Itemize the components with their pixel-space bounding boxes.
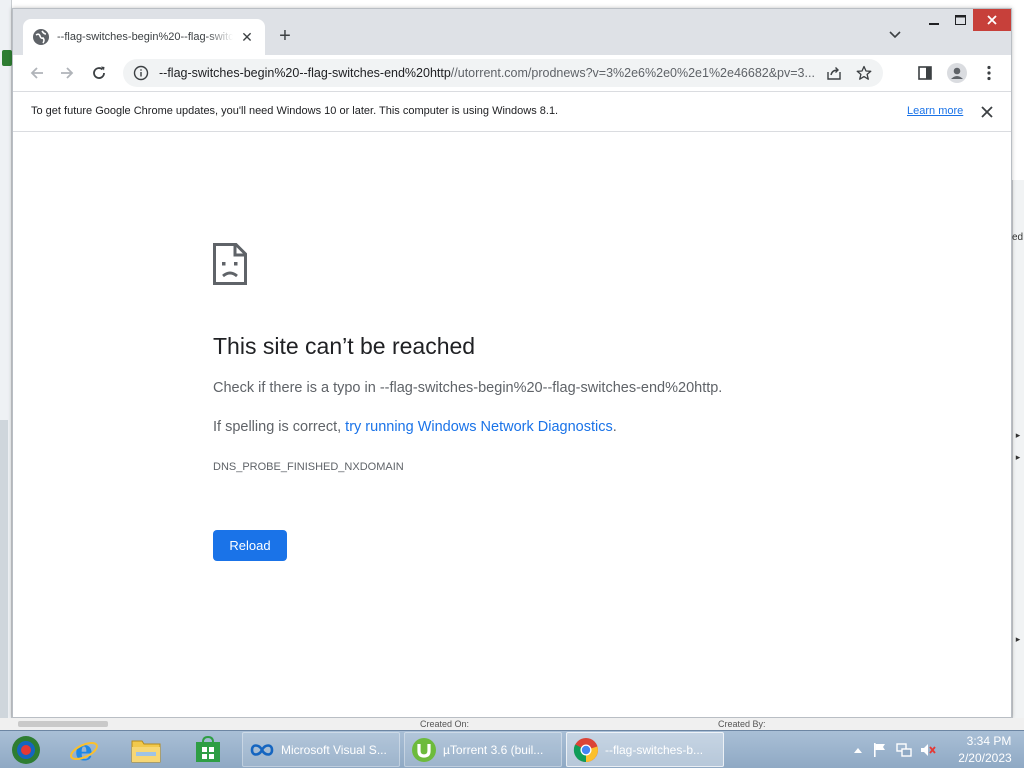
chrome-icon [573,737,599,763]
info-bar-close-icon[interactable] [977,102,997,122]
taskbar-item-label: µTorrent 3.6 (buil... [443,742,544,757]
browser-tab[interactable]: --flag-switches-begin%20--flag-switches-… [23,19,265,55]
taskbar-item-visual-studio[interactable]: Microsoft Visual S... [242,732,400,767]
taskbar-item-label: Microsoft Visual S... [281,742,387,757]
taskbar-item-label: --flag-switches-b... [605,742,704,757]
url-path: //utorrent.com/prodnews?v=3%2e6%2e0%2e1%… [450,66,815,80]
taskbar-item-chrome[interactable]: --flag-switches-b... [566,732,724,767]
file-explorer-folder-icon[interactable] [124,733,168,767]
tab-search-chevron-down-icon[interactable] [885,25,905,45]
background-app-status-strip: Created On: Created By: [0,718,1024,730]
back-arrow-icon[interactable] [25,61,49,85]
share-icon[interactable] [823,62,845,84]
scroll-right-arrow-icon[interactable]: ▸ [1013,430,1023,441]
clock-time[interactable]: 3:34 PM [960,734,1018,748]
scroll-right-arrow-icon[interactable]: ▸ [1013,452,1023,463]
url-host: --flag-switches-begin%20--flag-switches-… [159,66,451,80]
system-tray: 3:34 PM 2/20/2023 [846,731,1024,768]
reload-icon[interactable] [87,61,111,85]
network-icon[interactable] [896,742,912,758]
side-panel-icon[interactable] [913,61,937,85]
error-title: This site can’t be reached [213,333,476,359]
more-menu-icon[interactable] [977,61,1001,85]
svg-text:e: e [75,735,93,765]
created-by-label: Created By: [718,719,766,729]
sad-page-icon [213,243,247,285]
globe-icon [33,29,49,45]
windows-taskbar: e Microsoft Visual S... µTorrent 3.6 (bu… [0,730,1024,768]
new-tab-icon[interactable]: + [275,26,295,46]
spelling-suffix: . [612,419,617,435]
background-panel [0,420,8,730]
tab-strip: --flag-switches-begin%20--flag-switches-… [13,9,1011,55]
chrome-window: --flag-switches-begin%20--flag-switches-… [12,8,1012,718]
profile-avatar-icon[interactable] [945,61,969,85]
tab-close-icon[interactable]: ✕ [239,29,255,45]
clock-date[interactable]: 2/20/2023 [952,751,1018,765]
volume-muted-icon[interactable] [920,742,936,758]
network-diagnostics-link[interactable]: try running Windows Network Diagnostics [345,419,613,435]
action-center-flag-icon[interactable] [872,742,888,758]
taskbar-item-utorrent[interactable]: µTorrent 3.6 (buil... [404,732,562,767]
background-text-fragment: ed [1012,232,1024,243]
error-page: This site can’t be reached Check if ther… [13,133,1011,717]
visual-studio-icon [249,737,275,763]
info-bar-message: To get future Google Chrome updates, you… [31,105,559,117]
utorrent-icon [411,737,437,763]
window-maximize-icon[interactable] [947,9,973,31]
horizontal-scrollbar[interactable] [18,721,108,727]
background-app-left-edge [0,0,12,730]
scroll-right-arrow-icon[interactable]: ▸ [1013,634,1023,645]
error-spelling-text: If spelling is correct, try running Wind… [213,419,617,435]
background-app-icon [2,50,12,66]
created-on-label: Created On: [420,719,470,729]
tab-title: --flag-switches-begin%20--flag-switches-… [57,31,233,43]
window-close-icon[interactable] [973,9,1011,31]
start-app-pinned-icon[interactable] [4,733,48,767]
bookmark-star-icon[interactable] [853,62,875,84]
internet-explorer-icon[interactable]: e [62,733,106,767]
address-bar[interactable]: --flag-switches-begin%20--flag-switches-… [123,59,883,87]
background-app-right-edge: ed ▸ ▸ ▸ [1012,180,1024,730]
show-hidden-icons-chevron-up-icon[interactable] [850,742,866,758]
windows-store-icon[interactable] [186,733,230,767]
url-text[interactable]: --flag-switches-begin%20--flag-switches-… [159,66,815,80]
learn-more-link[interactable]: Learn more [907,105,963,117]
browser-toolbar: --flag-switches-begin%20--flag-switches-… [13,55,1011,91]
error-code: DNS_PROBE_FINISHED_NXDOMAIN [213,461,404,473]
error-check-text: Check if there is a typo in --flag-switc… [213,380,723,396]
reload-button[interactable]: Reload [213,530,287,561]
site-info-icon[interactable] [133,65,149,81]
window-minimize-icon[interactable] [921,9,947,31]
update-info-bar: To get future Google Chrome updates, you… [13,91,1011,132]
forward-arrow-icon[interactable] [55,61,79,85]
spelling-prefix: If spelling is correct, [213,419,346,435]
